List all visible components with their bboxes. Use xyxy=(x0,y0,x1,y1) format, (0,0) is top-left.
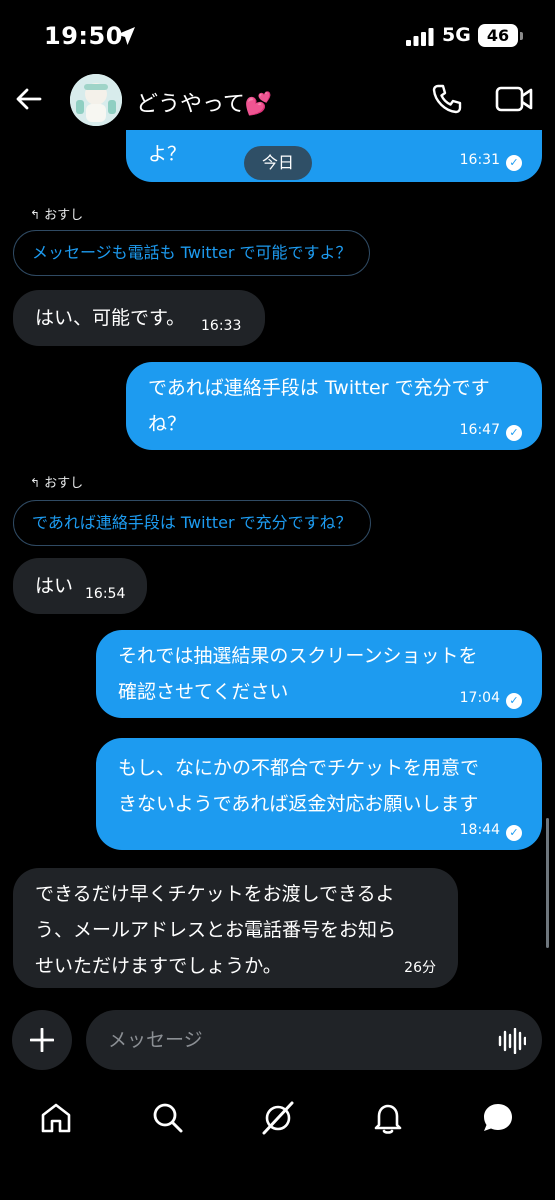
status-bar: 19:50 5G 46 xyxy=(0,0,555,70)
reply-arrow-icon: ↰ xyxy=(30,208,41,222)
message-time: 17:04 ✓ xyxy=(460,690,522,709)
message-bubble-incoming[interactable]: できるだけ早くチケットをお渡しできるよ う、メールアドレスとお電話番号をお知ら … xyxy=(13,868,458,988)
chat-header: どうやって💕 xyxy=(0,70,555,130)
video-camera-icon[interactable] xyxy=(494,84,534,114)
message-time-text: 16:47 xyxy=(459,422,500,438)
message-text: よ？ xyxy=(148,143,187,165)
reply-label: ↰ おすし xyxy=(30,204,83,223)
message-text: それでは抽選結果のスクリーンショットを 確認させてください xyxy=(118,645,478,703)
location-arrow-icon xyxy=(117,27,135,45)
messages-icon[interactable] xyxy=(480,1100,516,1136)
message-bubble-outgoing[interactable]: よ？ 16:31 ✓ xyxy=(126,130,542,182)
read-check-icon: ✓ xyxy=(506,825,522,841)
message-time: 16:31 ✓ xyxy=(460,152,522,171)
message-composer xyxy=(0,1006,555,1076)
reply-label: ↰ おすし xyxy=(30,472,83,491)
cellular-signal-icon xyxy=(406,28,434,46)
grok-icon[interactable] xyxy=(260,1100,296,1136)
scrollbar[interactable] xyxy=(546,818,549,948)
message-time: 26分 xyxy=(404,960,436,976)
reply-label-text: おすし xyxy=(44,208,84,223)
chat-title[interactable]: どうやって💕 xyxy=(136,86,272,118)
battery-indicator: 46 xyxy=(478,24,523,47)
message-text: もし、なにかの不都合でチケットを用意で きないようであれば返金対応お願いします xyxy=(118,757,480,815)
avatar[interactable] xyxy=(70,74,122,126)
avatar-image xyxy=(70,74,122,126)
add-media-button[interactable] xyxy=(12,1010,72,1070)
bottom-navigation xyxy=(0,1086,555,1200)
message-text: であれば連絡手段は Twitter で充分です ね？ xyxy=(148,377,490,435)
status-time: 19:50 xyxy=(44,22,123,50)
network-type: 5G xyxy=(442,24,471,46)
message-time: 16:54 xyxy=(85,586,126,602)
message-time: 16:47 ✓ xyxy=(460,422,522,441)
phone-icon[interactable] xyxy=(430,82,464,116)
message-time-text: 18:44 xyxy=(459,822,500,838)
message-text: はい xyxy=(35,575,74,597)
search-icon[interactable] xyxy=(150,1100,186,1136)
message-bubble-outgoing[interactable]: もし、なにかの不都合でチケットを用意で きないようであれば返金対応お願いします … xyxy=(96,738,542,850)
message-time-text: 17:04 xyxy=(459,690,500,706)
arrow-left-icon[interactable] xyxy=(14,84,44,114)
message-text: できるだけ早くチケットをお渡しできるよ う、メールアドレスとお電話番号をお知ら … xyxy=(35,883,397,977)
message-bubble-outgoing[interactable]: であれば連絡手段は Twitter で充分です ね？ 16:47 ✓ xyxy=(126,362,542,450)
message-time-text: 16:31 xyxy=(459,152,500,168)
notifications-icon[interactable] xyxy=(370,1100,406,1136)
message-time: 18:44 ✓ xyxy=(460,822,522,841)
message-time: 16:33 xyxy=(201,318,242,334)
voice-waveform-icon[interactable] xyxy=(498,1028,526,1054)
read-check-icon: ✓ xyxy=(506,155,522,171)
home-icon[interactable] xyxy=(38,1100,74,1136)
read-check-icon: ✓ xyxy=(506,425,522,441)
message-text: はい、可能です。 xyxy=(35,307,186,329)
reply-label-text: おすし xyxy=(44,476,84,491)
date-divider: 今日 xyxy=(244,146,312,180)
message-bubble-incoming[interactable]: はい 16:54 xyxy=(13,558,147,614)
message-input[interactable] xyxy=(86,1010,542,1070)
read-check-icon: ✓ xyxy=(506,693,522,709)
quoted-message[interactable]: であれば連絡手段は Twitter で充分ですね？ xyxy=(13,500,371,546)
message-bubble-outgoing[interactable]: それでは抽選結果のスクリーンショットを 確認させてください 17:04 ✓ xyxy=(96,630,542,718)
message-bubble-incoming[interactable]: はい、可能です。 16:33 xyxy=(13,290,265,346)
quoted-message[interactable]: メッセージも電話も Twitter で可能ですよ？ xyxy=(13,230,371,276)
reply-arrow-icon: ↰ xyxy=(30,476,41,490)
message-list[interactable]: よ？ 16:31 ✓ 今日 ↰ おすし メッセージも電話も Twitter で可能で… xyxy=(0,130,555,1000)
plus-icon xyxy=(30,1028,54,1052)
